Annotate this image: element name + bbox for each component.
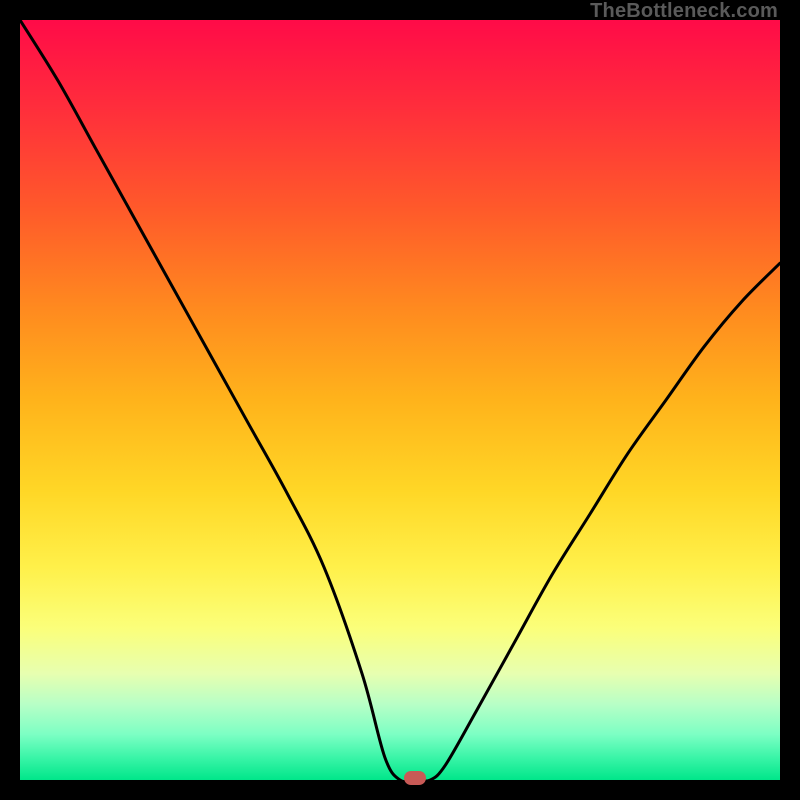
chart-frame: TheBottleneck.com bbox=[0, 0, 800, 800]
optimal-point-marker bbox=[404, 771, 426, 785]
bottleneck-curve bbox=[20, 20, 780, 780]
plot-area bbox=[20, 20, 780, 780]
